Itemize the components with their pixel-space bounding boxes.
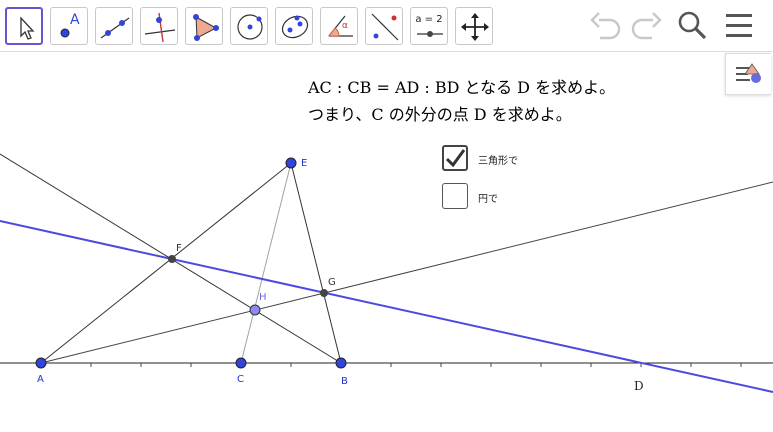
perpendicular-line-tool[interactable] xyxy=(140,7,178,45)
segment-c-e[interactable] xyxy=(240,162,292,364)
point-f[interactable] xyxy=(168,255,176,263)
label-b: B xyxy=(341,376,348,387)
reflect-icon xyxy=(371,13,399,41)
point-b[interactable] xyxy=(335,357,347,369)
slider-icon xyxy=(417,31,443,37)
axis-ticks xyxy=(40,363,742,367)
conic-tool[interactable] xyxy=(275,7,313,45)
problem-text-line-1: AC : CB = AD : BD となる D を求めよ。 xyxy=(308,78,616,97)
line-f-g-blue[interactable] xyxy=(0,220,773,393)
polygon-icon xyxy=(193,14,219,41)
segment-e-b[interactable] xyxy=(290,162,342,364)
move-tool[interactable] xyxy=(5,7,43,45)
checkmark-icon xyxy=(445,149,466,168)
line-icon xyxy=(100,17,130,39)
angle-tool[interactable]: α xyxy=(320,7,358,45)
angle-icon xyxy=(328,15,353,37)
segment-a-e[interactable] xyxy=(40,162,292,364)
polygon-tool[interactable] xyxy=(185,7,223,45)
label-c: C xyxy=(237,374,244,385)
line-tool[interactable] xyxy=(95,7,133,45)
circle-center-point-tool[interactable] xyxy=(230,7,268,45)
point-h[interactable] xyxy=(249,304,261,316)
menu-icon[interactable] xyxy=(723,8,757,44)
cursor-arrow-icon xyxy=(20,16,35,40)
line-through-a-g[interactable] xyxy=(40,181,773,364)
reflect-tool[interactable] xyxy=(365,7,403,45)
point-a[interactable] xyxy=(35,357,47,369)
ellipse-icon xyxy=(281,15,309,39)
label-h: H xyxy=(259,292,267,303)
label-e: E xyxy=(301,158,307,169)
slider-tool[interactable]: a = 2 xyxy=(410,7,448,45)
move-arrows-icon xyxy=(461,13,489,41)
label-g: G xyxy=(328,277,336,288)
checkbox-triangle[interactable] xyxy=(442,145,468,171)
circle-icon xyxy=(237,14,263,40)
problem-text-line-2: つまり、C の外分の点 D を求めよ。 xyxy=(308,105,572,124)
checkbox-circle[interactable] xyxy=(442,183,468,209)
label-a: A xyxy=(37,374,44,385)
point-g[interactable] xyxy=(320,289,328,297)
move-graphics-view-tool[interactable] xyxy=(455,7,493,45)
point-e[interactable] xyxy=(285,157,297,169)
label-d: D xyxy=(634,379,644,393)
point-tool[interactable]: A xyxy=(50,7,88,45)
checkbox-circle-label: 円で xyxy=(478,194,498,205)
undo-icon[interactable] xyxy=(590,8,624,44)
point-c[interactable] xyxy=(235,357,247,369)
perpendicular-line-icon xyxy=(144,12,176,43)
redo-icon[interactable] xyxy=(628,8,662,44)
checkbox-triangle-label: 三角形で xyxy=(478,156,518,167)
angle-tool-label: α xyxy=(342,21,348,31)
toolbar: A α a = 2 xyxy=(0,0,773,52)
search-icon[interactable] xyxy=(675,8,709,44)
point-tool-label: A xyxy=(70,12,80,28)
label-f: F xyxy=(176,243,182,254)
